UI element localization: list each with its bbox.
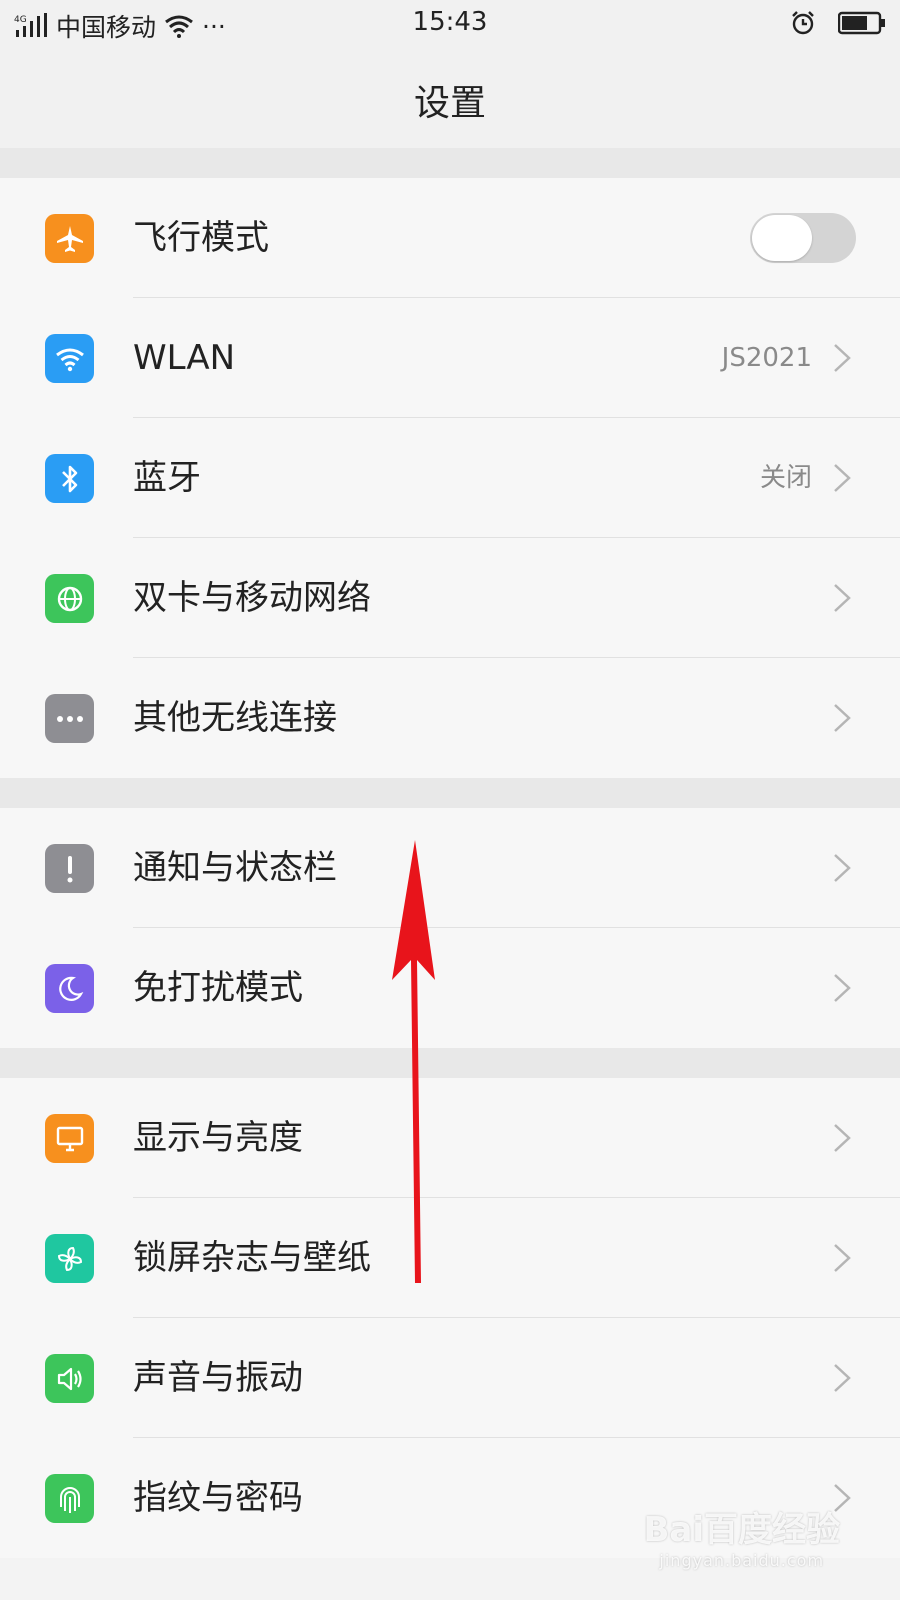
- settings-item-label: 显示与亮度: [133, 1118, 303, 1158]
- chevron-right-icon: [834, 974, 851, 1002]
- settings-item-label: 通知与状态栏: [133, 848, 337, 888]
- settings-item-display-brightness[interactable]: 显示与亮度: [0, 1078, 900, 1198]
- status-time: 15:43: [412, 7, 488, 37]
- globe-icon: [45, 574, 94, 623]
- settings-item-label: WLAN: [133, 338, 236, 378]
- chevron-right-icon: [834, 344, 851, 372]
- battery-icon: [838, 11, 885, 35]
- settings-item-other-wireless[interactable]: 其他无线连接: [0, 658, 900, 778]
- settings-item-dual-sim-network[interactable]: 双卡与移动网络: [0, 538, 900, 658]
- settings-item-label: 双卡与移动网络: [133, 578, 371, 618]
- settings-item-label: 免打扰模式: [133, 968, 303, 1008]
- settings-item-label: 锁屏杂志与壁纸: [133, 1238, 371, 1278]
- section-gap: [0, 1048, 900, 1078]
- wifi-icon: [45, 334, 94, 383]
- settings-item-label: 蓝牙: [133, 458, 201, 498]
- page-title: 设置: [413, 83, 486, 124]
- fingerprint-icon: [45, 1474, 94, 1523]
- speaker-icon: [45, 1354, 94, 1403]
- section-gap: [0, 148, 900, 178]
- watermark-logo: Bai百度经验: [643, 1510, 840, 1550]
- chevron-right-icon: [834, 854, 851, 882]
- monitor-icon: [45, 1114, 94, 1163]
- settings-group-device: 显示与亮度 锁屏杂志与壁纸 声音与振动 指纹与密码: [0, 1078, 900, 1558]
- chevron-right-icon: [834, 584, 851, 612]
- toggle-knob: [752, 215, 812, 261]
- watermark-url: jingyan.baidu.com: [659, 1551, 825, 1570]
- settings-item-label: 声音与振动: [133, 1358, 303, 1398]
- more-dots-icon: [45, 694, 94, 743]
- watermark: Bai百度经验 jingyan.baidu.com: [643, 1502, 840, 1570]
- airplane-icon: [45, 214, 94, 263]
- settings-item-bluetooth[interactable]: 蓝牙 关闭: [0, 418, 900, 538]
- settings-item-lockscreen-wallpaper[interactable]: 锁屏杂志与壁纸: [0, 1198, 900, 1318]
- chevron-right-icon: [834, 704, 851, 732]
- pinwheel-icon: [45, 1234, 94, 1283]
- status-bar-right: [790, 10, 886, 36]
- settings-item-wlan[interactable]: WLAN JS2021: [0, 298, 900, 418]
- settings-item-do-not-disturb[interactable]: 免打扰模式: [0, 928, 900, 1048]
- settings-item-label: 飞行模式: [133, 218, 269, 258]
- chevron-right-icon: [834, 464, 851, 492]
- chevron-right-icon: [834, 1364, 851, 1392]
- wlan-network-name: JS2021: [721, 343, 812, 373]
- bluetooth-status: 关闭: [759, 463, 812, 493]
- settings-item-sound-vibration[interactable]: 声音与振动: [0, 1318, 900, 1438]
- title-bar: 设置: [0, 48, 900, 148]
- status-bar: 4G 中国移动 ··· 15:43: [0, 0, 900, 48]
- exclamation-icon: [45, 844, 94, 893]
- chevron-right-icon: [834, 1124, 851, 1152]
- chevron-right-icon: [834, 1244, 851, 1272]
- settings-group-notifications: 通知与状态栏 免打扰模式: [0, 808, 900, 1048]
- settings-item-label: 其他无线连接: [133, 698, 337, 738]
- settings-group-connectivity: 飞行模式 WLAN JS2021 蓝牙 关闭 双卡与移动网络 其他无线连接: [0, 178, 900, 778]
- section-gap: [0, 778, 900, 808]
- alarm-icon: [792, 11, 814, 35]
- settings-item-notifications-status-bar[interactable]: 通知与状态栏: [0, 808, 900, 928]
- bluetooth-icon: [45, 454, 94, 503]
- airplane-mode-toggle[interactable]: [750, 213, 856, 263]
- settings-item-label: 指纹与密码: [133, 1478, 303, 1518]
- moon-icon: [45, 964, 94, 1013]
- settings-item-airplane-mode[interactable]: 飞行模式: [0, 178, 900, 298]
